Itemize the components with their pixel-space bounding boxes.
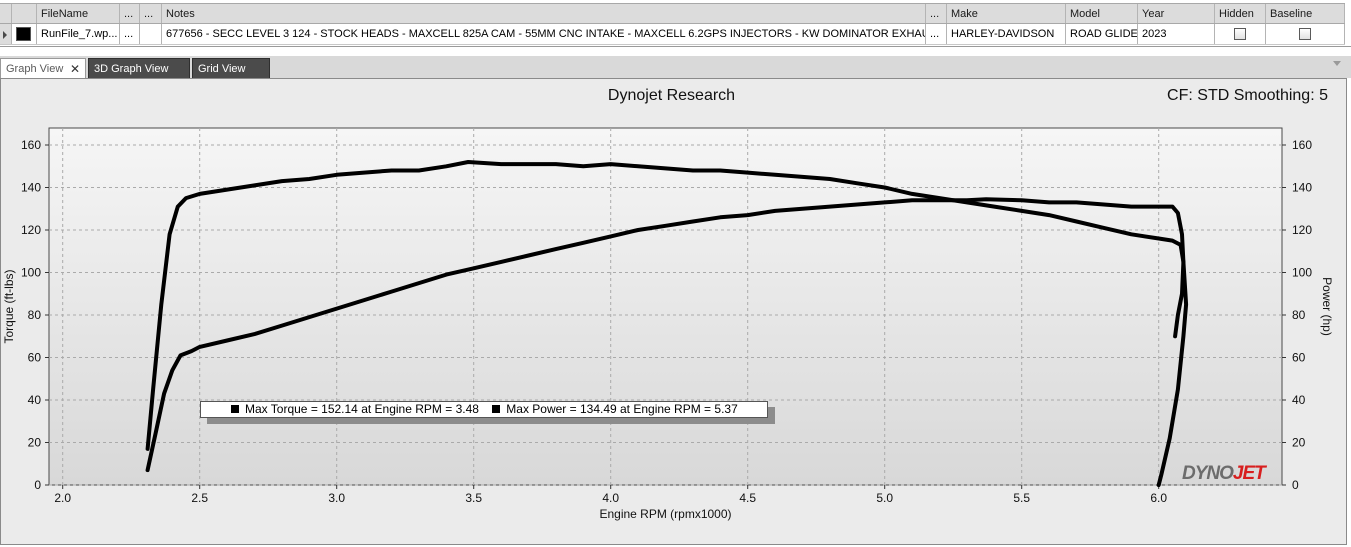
x-tick-label: 4.5 [739, 491, 756, 505]
hidden-cell [1215, 24, 1266, 44]
y2-tick-label: 60 [1292, 351, 1306, 365]
model-column-header[interactable]: Model [1066, 4, 1138, 23]
y-tick-label: 100 [21, 266, 41, 280]
y2-tick-label: 100 [1292, 266, 1312, 280]
x-tick-label: 5.5 [1013, 491, 1030, 505]
tab-label: Graph View [6, 63, 64, 75]
year-cell[interactable]: 2023 [1138, 24, 1215, 44]
table-header-row: FileName ... ... Notes ... Make Model Ye… [0, 3, 1345, 24]
y2-tick-label: 0 [1292, 478, 1299, 492]
y2-tick-label: 40 [1292, 393, 1306, 407]
model-cell[interactable]: ROAD GLIDE [1066, 24, 1138, 44]
baseline-cell [1266, 24, 1345, 44]
chevron-down-icon[interactable] [1333, 61, 1341, 66]
baseline-checkbox[interactable] [1299, 28, 1311, 40]
y-tick-label: 0 [34, 478, 41, 492]
tab-graph-view[interactable]: Graph View ✕ [0, 58, 86, 78]
row-selector-header [0, 4, 12, 23]
y-tick-label: 60 [28, 351, 42, 365]
y2-tick-label: 140 [1292, 181, 1312, 195]
year-column-header[interactable]: Year [1138, 4, 1215, 23]
column-header-dots[interactable]: ... [926, 4, 947, 23]
row-selector[interactable] [0, 24, 12, 44]
filename-cell[interactable]: RunFile_7.wp... [37, 24, 120, 44]
ellipsis-cell[interactable]: ... [926, 24, 947, 44]
color-column-header[interactable] [12, 4, 37, 23]
notes-cell[interactable]: 677656 - SECC LEVEL 3 124 - STOCK HEADS … [162, 24, 926, 44]
legend-max-torque-text: Max Torque = 152.14 at Engine RPM = 3.48 [245, 402, 479, 416]
make-column-header[interactable]: Make [947, 4, 1066, 23]
y-tick-label: 160 [21, 138, 41, 152]
baseline-column-header[interactable]: Baseline [1266, 4, 1345, 23]
dynojet-logo: DYNOJET [1182, 463, 1266, 484]
legend-max-power-text: Max Power = 134.49 at Engine RPM = 5.37 [506, 402, 738, 416]
run-file-table: FileName ... ... Notes ... Make Model Ye… [0, 0, 1351, 47]
x-tick-label: 3.5 [465, 491, 482, 505]
y-axis-label: Torque (ft-lbs) [2, 269, 16, 343]
y-tick-label: 140 [21, 181, 41, 195]
y-tick-label: 80 [28, 308, 42, 322]
legend-square-icon [231, 405, 239, 413]
legend-max-power: Max Power = 134.49 at Engine RPM = 5.37 [492, 402, 738, 417]
empty-cell[interactable] [140, 24, 162, 44]
make-cell[interactable]: HARLEY-DAVIDSON [947, 24, 1066, 44]
filename-column-header[interactable]: FileName [37, 4, 120, 23]
tab-label: 3D Graph View [94, 63, 169, 75]
column-header-dots[interactable]: ... [120, 4, 140, 23]
chart-legend: Max Torque = 152.14 at Engine RPM = 3.48… [200, 401, 768, 418]
tab-grid-view[interactable]: Grid View [192, 58, 270, 78]
legend-max-torque: Max Torque = 152.14 at Engine RPM = 3.48 [231, 402, 479, 417]
y-tick-label: 40 [28, 393, 42, 407]
column-header-dots[interactable]: ... [140, 4, 162, 23]
plot-area [48, 127, 1283, 486]
y2-axis-label: Power (hp) [1320, 277, 1334, 336]
x-tick-label: 2.0 [54, 491, 71, 505]
y2-tick-label: 20 [1292, 436, 1306, 450]
ellipsis-cell[interactable]: ... [120, 24, 140, 44]
tab-label: Grid View [198, 63, 246, 75]
x-tick-label: 6.0 [1150, 491, 1167, 505]
hidden-checkbox[interactable] [1234, 28, 1246, 40]
x-axis-label: Engine RPM (rpmx1000) [599, 507, 731, 521]
legend-square-icon [492, 405, 501, 413]
y2-tick-label: 80 [1292, 308, 1306, 322]
x-tick-label: 5.0 [876, 491, 893, 505]
color-swatch[interactable] [16, 27, 31, 41]
y2-tick-label: 160 [1292, 138, 1312, 152]
hidden-column-header[interactable]: Hidden [1215, 4, 1266, 23]
view-tab-strip: Graph View ✕ 3D Graph View Grid View [0, 56, 1351, 78]
table-row[interactable]: RunFile_7.wp... ... 677656 - SECC LEVEL … [0, 24, 1345, 45]
y2-tick-label: 120 [1292, 223, 1312, 237]
notes-column-header[interactable]: Notes [162, 4, 926, 23]
x-tick-label: 2.5 [191, 491, 208, 505]
x-tick-label: 4.0 [602, 491, 619, 505]
graph-panel: Dynojet Research CF: STD Smoothing: 5 2.… [0, 78, 1347, 545]
y-tick-label: 120 [21, 223, 41, 237]
run-color-cell[interactable] [12, 24, 37, 44]
x-tick-label: 3.0 [328, 491, 345, 505]
tab-3d-graph-view[interactable]: 3D Graph View [88, 58, 190, 78]
row-arrow-icon [3, 31, 7, 39]
dyno-chart[interactable]: 2.0 2.5 3.0 3.5 4.0 4.5 5.0 5.5 6.0 0 0 20 20 40 40 60 6… [1, 79, 1346, 544]
y-tick-label: 20 [28, 436, 42, 450]
close-icon[interactable]: ✕ [70, 59, 80, 79]
